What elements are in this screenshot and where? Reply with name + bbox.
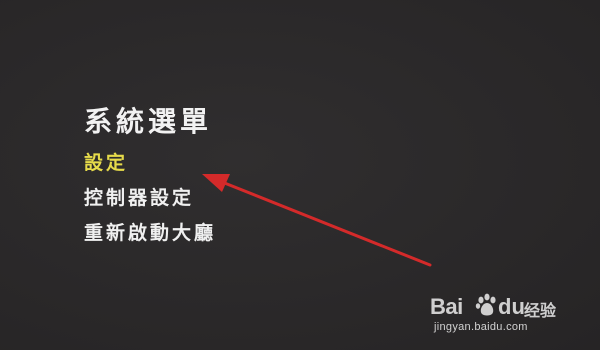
- watermark-brand-bai: Bai: [430, 294, 463, 319]
- baidu-jingyan-watermark: Bai du 经验 jingyan.baidu.com: [430, 292, 570, 336]
- watermark-brand-du: du: [498, 294, 525, 319]
- system-menu-screen: 系統選單 設定 控制器設定 重新啟動大廳 Bai du 经验 jingyan.b…: [0, 0, 600, 350]
- watermark-brand-row: Bai du 经验: [430, 292, 570, 320]
- baidu-paw-icon: [475, 293, 496, 316]
- watermark-product: 经验: [524, 301, 557, 320]
- watermark-url: jingyan.baidu.com: [434, 321, 528, 333]
